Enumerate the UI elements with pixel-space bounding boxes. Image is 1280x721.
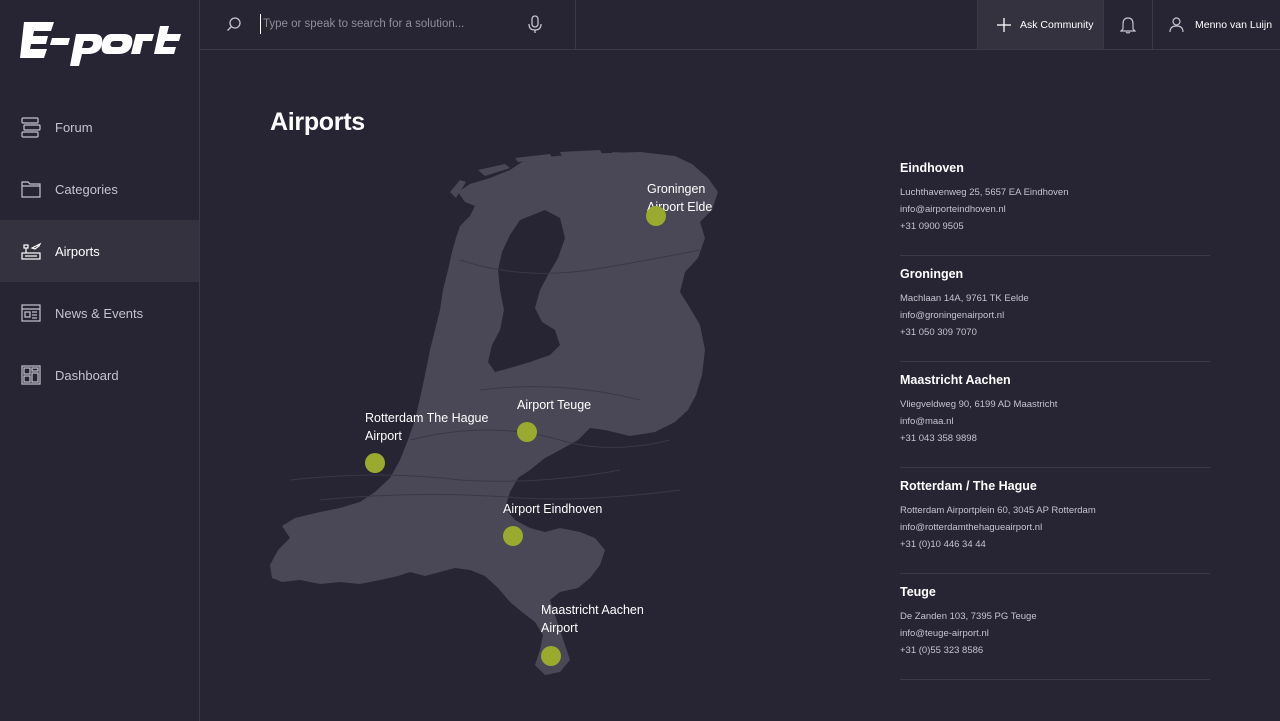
sidebar-nav: Forum Categories Airports News & Events … [0,96,199,406]
map-marker-teuge[interactable] [517,422,537,442]
sidebar-item-news-events[interactable]: News & Events [0,282,199,344]
airport-address: De Zanden 103, 7395 PG Teuge [900,611,1037,622]
folder-icon [20,178,42,200]
airport-icon [20,240,42,262]
bell-icon [1120,16,1136,34]
airport-name: Groningen [900,267,964,281]
search-icon[interactable] [226,16,242,32]
sidebar-item-categories[interactable]: Categories [0,158,199,220]
sidebar-item-label: Airports [55,243,100,259]
airport-email[interactable]: info@maa.nl [900,413,1210,430]
airport-address: Vliegveldweg 90, 6199 AD Maastricht [900,399,1058,410]
user-name: Menno van Luijn [1195,18,1273,31]
airport-phone[interactable]: +31 (0)55 323 8586 [900,642,1210,659]
airport-card-eindhoven: Eindhoven Luchthavenweg 25, 5657 EA Eind… [900,150,1210,256]
map-marker-groningen[interactable] [646,206,666,226]
airport-card-teuge: Teuge De Zanden 103, 7395 PG Teuge info@… [900,574,1210,680]
airport-email[interactable]: info@airporteindhoven.nl [900,201,1210,218]
sidebar-item-label: News & Events [55,305,144,321]
page-title: Airports [270,108,365,136]
ask-community-button[interactable]: Ask Community [977,0,1104,49]
map-marker-maastricht[interactable] [541,646,561,666]
airport-card-groningen: Groningen Machlaan 14A, 9761 TK Eelde in… [900,256,1210,362]
ask-community-label: Ask Community [1020,18,1094,31]
search-bar [200,0,576,49]
sidebar-item-dashboard[interactable]: Dashboard [0,344,199,406]
airport-card-maastricht: Maastricht Aachen Vliegveldweg 90, 6199 … [900,362,1210,468]
plus-icon [997,17,1011,32]
eport-logo[interactable] [18,14,183,70]
map-marker-eindhoven[interactable] [503,526,523,546]
airport-name: Maastricht Aachen [900,373,1011,387]
search-input[interactable] [260,14,510,34]
sidebar: Forum Categories Airports News & Events … [0,0,200,721]
forum-icon [20,116,42,138]
dashboard-icon [20,364,42,386]
map-marker-rotterdam[interactable] [365,453,385,473]
sidebar-item-label: Dashboard [55,367,119,383]
airport-name: Rotterdam / The Hague [900,479,1037,493]
news-icon [20,302,42,324]
airport-address: Luchthavenweg 25, 5657 EA Eindhoven [900,187,1069,198]
airport-email[interactable]: info@teuge-airport.nl [900,625,1210,642]
user-menu[interactable]: Menno van Luijn [1153,0,1280,49]
airport-phone[interactable]: +31 0900 9505 [900,218,1210,235]
airport-card-rotterdam: Rotterdam / The Hague Rotterdam Airportp… [900,468,1210,574]
airport-name: Eindhoven [900,161,964,175]
airport-email[interactable]: info@rotterdamthehagueairport.nl [900,519,1210,536]
sidebar-item-airports[interactable]: Airports [0,220,199,282]
notifications-button[interactable] [1104,0,1153,49]
airport-address: Machlaan 14A, 9761 TK Eelde [900,293,1029,304]
microphone-icon[interactable] [527,15,543,34]
map-label-teuge: Airport Teuge [517,398,592,412]
sidebar-item-label: Categories [55,181,118,197]
airport-phone[interactable]: +31 043 358 9898 [900,430,1210,447]
sidebar-item-forum[interactable]: Forum [0,96,199,158]
airport-list: Eindhoven Luchthavenweg 25, 5657 EA Eind… [900,150,1210,680]
airport-address: Rotterdam Airportplein 60, 3045 AP Rotte… [900,505,1096,516]
airport-phone[interactable]: +31 050 309 7070 [900,324,1210,341]
airport-name: Teuge [900,585,936,599]
map-label-eindhoven: Airport Eindhoven [503,502,603,516]
map-label-maastricht: Maastricht Aachen Airport [541,603,644,635]
airport-phone[interactable]: +31 (0)10 446 34 44 [900,536,1210,553]
user-icon [1169,17,1184,32]
netherlands-map: Groningen Airport Elde Airport Teuge Rot… [260,140,730,680]
top-header: Ask Community Menno van Luijn [200,0,1280,50]
map-label-rotterdam: Rotterdam The Hague Airport [365,411,489,443]
sidebar-item-label: Forum [55,119,93,135]
airport-email[interactable]: info@groningenairport.nl [900,307,1210,324]
